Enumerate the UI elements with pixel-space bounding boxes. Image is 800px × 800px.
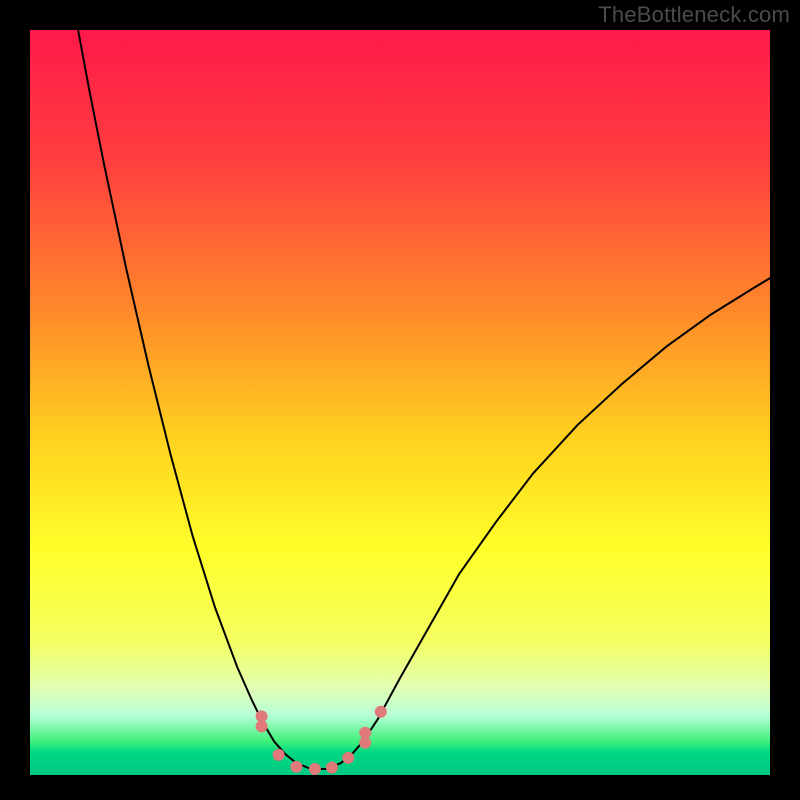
chart-stage: TheBottleneck.com	[0, 0, 800, 800]
watermark-text: TheBottleneck.com	[598, 2, 790, 28]
marker-dot	[359, 737, 371, 749]
marker-dot	[326, 762, 338, 774]
marker-dot	[256, 720, 268, 732]
marker-dot	[273, 749, 285, 761]
marker-dot	[290, 761, 302, 773]
chart-svg	[0, 0, 800, 800]
plot-background	[30, 30, 770, 775]
marker-dot	[375, 706, 387, 718]
marker-dot	[342, 752, 354, 764]
marker-dot	[309, 763, 321, 775]
